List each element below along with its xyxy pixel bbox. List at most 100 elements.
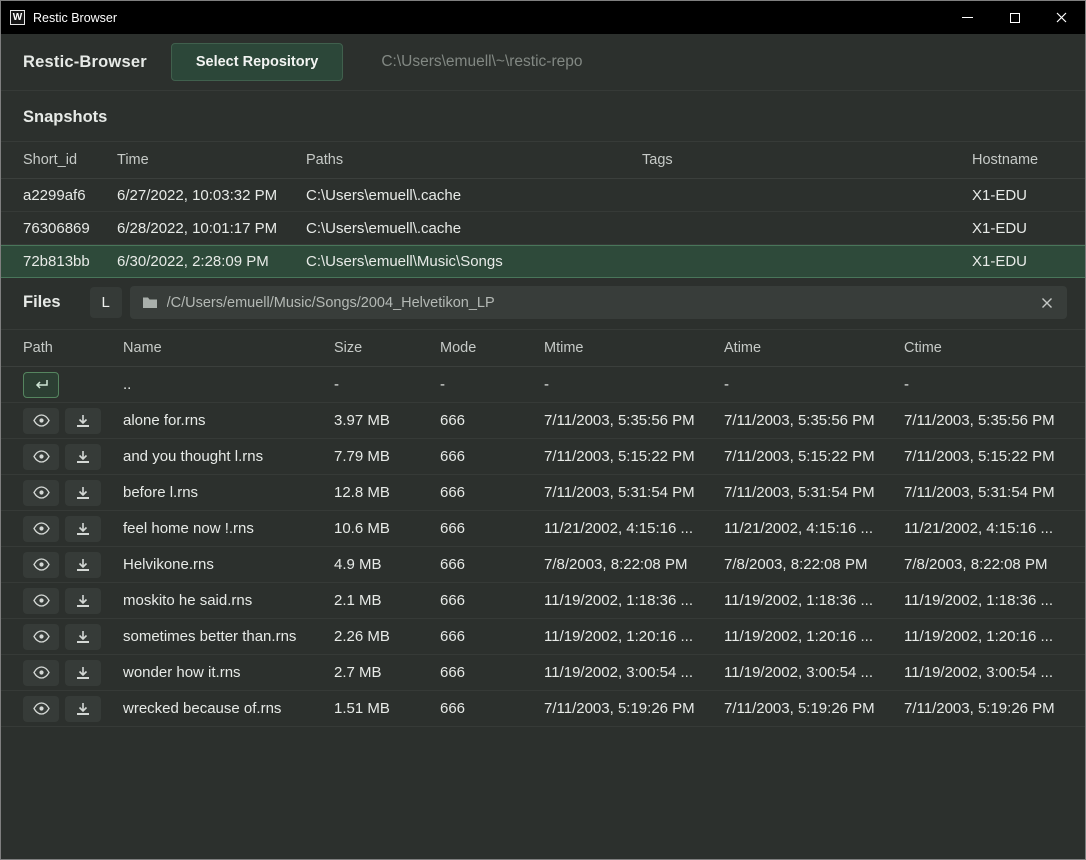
minimize-button[interactable] [944,1,991,34]
file-row: wonder how it.rns 2.7 MB 666 11/19/2002,… [1,655,1085,691]
select-repository-button[interactable]: Select Repository [171,43,344,81]
preview-button[interactable] [23,588,59,614]
snapshot-row[interactable]: 76306869 6/28/2022, 10:01:17 PM C:\Users… [1,212,1085,245]
eye-icon [33,558,50,571]
window-title: Restic Browser [33,11,117,25]
file-mtime: 7/11/2003, 5:35:56 PM [544,412,724,429]
close-button[interactable] [1038,1,1085,34]
file-atime: - [724,376,904,393]
file-ctime: 7/8/2003, 8:22:08 PM [904,556,1063,573]
preview-button[interactable] [23,408,59,434]
file-row: before l.rns 12.8 MB 666 7/11/2003, 5:31… [1,475,1085,511]
clear-path-button[interactable] [1039,295,1055,311]
download-icon [76,594,90,608]
preview-button[interactable] [23,516,59,542]
download-button[interactable] [65,624,101,650]
file-mtime: 11/19/2002, 1:18:36 ... [544,592,724,609]
file-size: - [334,376,440,393]
file-size: 4.9 MB [334,556,440,573]
download-button[interactable] [65,408,101,434]
column-header-mode: Mode [440,340,544,356]
preview-button[interactable] [23,660,59,686]
file-name: .. [123,376,334,393]
file-mode: 666 [440,592,544,609]
snapshots-title: Snapshots [1,108,1085,127]
preview-button[interactable] [23,552,59,578]
download-button[interactable] [65,444,101,470]
file-atime: 7/11/2003, 5:15:22 PM [724,448,904,465]
maximize-icon [1010,13,1020,23]
files-section-header: Files L /C/Users/emuell/Music/Songs/2004… [23,286,1067,319]
files-table-header: Path Name Size Mode Mtime Atime Ctime [1,329,1085,367]
files-title: Files [23,293,61,312]
column-header-name: Name [123,340,334,356]
download-icon [76,414,90,428]
eye-icon [33,522,50,535]
file-row: feel home now !.rns 10.6 MB 666 11/21/20… [1,511,1085,547]
file-atime: 11/19/2002, 1:20:16 ... [724,628,904,645]
preview-button[interactable] [23,696,59,722]
snapshot-row[interactable]: a2299af6 6/27/2022, 10:03:32 PM C:\Users… [1,179,1085,212]
go-up-button[interactable] [23,372,59,398]
file-row: wrecked because of.rns 1.51 MB 666 7/11/… [1,691,1085,727]
file-row: moskito he said.rns 2.1 MB 666 11/19/200… [1,583,1085,619]
preview-button[interactable] [23,480,59,506]
preview-button[interactable] [23,624,59,650]
download-button[interactable] [65,552,101,578]
file-mtime: 7/8/2003, 8:22:08 PM [544,556,724,573]
download-button[interactable] [65,696,101,722]
file-mode: 666 [440,520,544,537]
file-atime: 11/19/2002, 3:00:54 ... [724,664,904,681]
window-controls [944,1,1085,34]
file-mtime: 7/11/2003, 5:19:26 PM [544,700,724,717]
file-row: sometimes better than.rns 2.26 MB 666 11… [1,619,1085,655]
column-header-paths: Paths [306,152,642,168]
folder-icon [142,296,158,309]
column-header-time: Time [117,152,306,168]
file-mtime: 11/19/2002, 3:00:54 ... [544,664,724,681]
file-row: alone for.rns 3.97 MB 666 7/11/2003, 5:3… [1,403,1085,439]
snapshot-short-id: 76306869 [23,220,117,237]
column-header-tags: Tags [642,152,972,168]
file-name: and you thought l.rns [123,448,334,465]
download-button[interactable] [65,516,101,542]
snapshot-hostname: X1-EDU [972,253,1063,270]
file-name: Helvikone.rns [123,556,334,573]
snapshot-row-selected[interactable]: 72b813bb 6/30/2022, 2:28:09 PM C:\Users\… [1,245,1085,278]
snapshot-short-id: a2299af6 [23,187,117,204]
file-mode: 666 [440,484,544,501]
snapshots-section-header: Snapshots [1,108,1085,127]
current-path-field[interactable]: /C/Users/emuell/Music/Songs/2004_Helveti… [130,286,1067,319]
download-button[interactable] [65,660,101,686]
snapshot-time: 6/28/2022, 10:01:17 PM [117,220,306,237]
file-mtime: 7/11/2003, 5:31:54 PM [544,484,724,501]
file-ctime: 11/21/2002, 4:15:16 ... [904,520,1063,537]
file-name: before l.rns [123,484,334,501]
file-mtime: 11/21/2002, 4:15:16 ... [544,520,724,537]
file-ctime: 11/19/2002, 1:18:36 ... [904,592,1063,609]
download-icon [76,666,90,680]
list-mode-button[interactable]: L [90,287,122,318]
column-header-mtime: Mtime [544,340,724,356]
file-name: alone for.rns [123,412,334,429]
eye-icon [33,702,50,715]
maximize-button[interactable] [991,1,1038,34]
eye-icon [33,450,50,463]
titlebar: W Restic Browser [1,1,1085,34]
eye-icon [33,594,50,607]
preview-button[interactable] [23,444,59,470]
file-mode: - [440,376,544,393]
file-size: 7.79 MB [334,448,440,465]
repository-path: C:\Users\emuell\~\restic-repo [381,53,582,71]
file-name: wrecked because of.rns [123,700,334,717]
snapshot-paths: C:\Users\emuell\Music\Songs [306,253,642,270]
snapshot-time: 6/27/2022, 10:03:32 PM [117,187,306,204]
download-button[interactable] [65,588,101,614]
file-ctime: - [904,376,1063,393]
file-atime: 11/19/2002, 1:18:36 ... [724,592,904,609]
snapshot-short-id: 72b813bb [23,253,117,270]
file-ctime: 11/19/2002, 1:20:16 ... [904,628,1063,645]
file-size: 10.6 MB [334,520,440,537]
download-button[interactable] [65,480,101,506]
file-row: and you thought l.rns 7.79 MB 666 7/11/2… [1,439,1085,475]
